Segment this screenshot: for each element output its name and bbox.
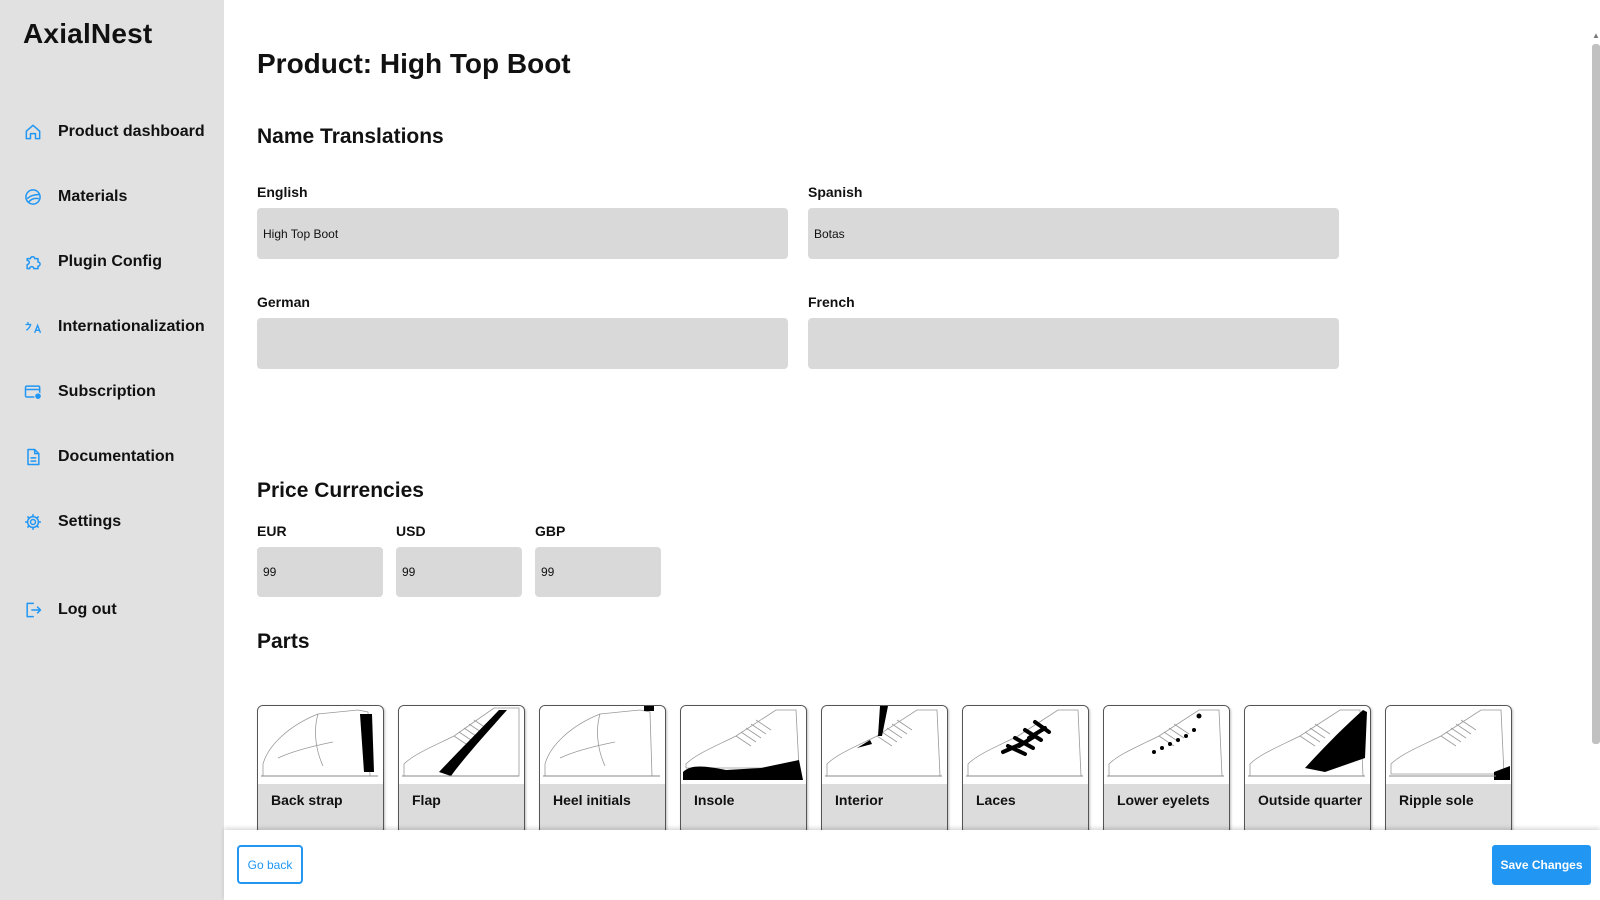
usd-label: USD — [396, 523, 426, 539]
french-label: French — [808, 294, 855, 310]
section-title-price-currencies: Price Currencies — [257, 479, 424, 502]
palette-icon — [22, 186, 44, 208]
save-changes-button[interactable]: Save Changes — [1492, 845, 1591, 885]
logout-icon — [22, 599, 44, 621]
gear-icon — [22, 511, 44, 533]
subscription-card-icon — [22, 381, 44, 403]
part-label: Ripple sole — [1399, 792, 1474, 808]
boot-heel-initials-image — [540, 706, 665, 784]
part-label: Interior — [835, 792, 884, 808]
german-label: German — [257, 294, 310, 310]
part-label: Lower eyelets — [1117, 792, 1210, 808]
sidebar-item-subscription[interactable]: Subscription — [22, 377, 156, 407]
part-label: Laces — [976, 792, 1016, 808]
brand-logo: AxialNest — [23, 18, 153, 49]
spanish-name-input[interactable] — [808, 208, 1339, 259]
puzzle-icon — [22, 251, 44, 273]
gbp-price-input[interactable] — [535, 547, 661, 597]
boot-insole-image — [681, 706, 806, 784]
part-card-heel-initials[interactable]: Heel initials — [539, 705, 666, 835]
sidebar-item-label: Subscription — [58, 383, 156, 400]
sidebar-item-log-out[interactable]: Log out — [22, 595, 117, 625]
part-card-flap[interactable]: Flap — [398, 705, 525, 835]
part-card-insole[interactable]: Insole — [680, 705, 807, 835]
sidebar-item-documentation[interactable]: Documentation — [22, 442, 174, 472]
home-icon — [22, 121, 44, 143]
english-name-input[interactable] — [257, 208, 788, 259]
sidebar-item-label: Plugin Config — [58, 253, 162, 270]
sidebar-item-label: Log out — [58, 601, 117, 618]
part-card-back-strap[interactable]: Back strap — [257, 705, 384, 835]
page-title: Product: High Top Boot — [257, 48, 571, 79]
scrollbar-thumb[interactable] — [1592, 44, 1600, 744]
boot-flap-image — [399, 706, 524, 784]
french-name-input[interactable] — [808, 318, 1339, 369]
part-label: Insole — [694, 792, 735, 808]
part-card-laces[interactable]: Laces — [962, 705, 1089, 835]
document-icon — [22, 446, 44, 468]
sidebar-item-plugin-config[interactable]: Plugin Config — [22, 247, 162, 277]
section-title-name-translations: Name Translations — [257, 125, 444, 148]
sidebar-item-settings[interactable]: Settings — [22, 507, 121, 537]
sidebar-item-materials[interactable]: Materials — [22, 182, 127, 212]
boot-lower-eyelets-image — [1104, 706, 1229, 784]
part-label: Back strap — [271, 792, 343, 808]
part-label: Outside quarter — [1258, 792, 1363, 808]
scroll-up-arrow-icon[interactable]: ▲ — [1592, 31, 1600, 41]
section-title-parts: Parts — [257, 630, 310, 653]
boot-back-strap-image — [258, 706, 383, 784]
boot-laces-image — [963, 706, 1088, 784]
part-label: Heel initials — [553, 792, 631, 808]
usd-price-input[interactable] — [396, 547, 522, 597]
spanish-label: Spanish — [808, 184, 863, 200]
part-card-lower-eyelets[interactable]: Lower eyelets — [1103, 705, 1230, 835]
eur-price-input[interactable] — [257, 547, 383, 597]
german-name-input[interactable] — [257, 318, 788, 369]
boot-outside-quarter-image — [1245, 706, 1370, 784]
part-card-ripple-sole[interactable]: Ripple sole — [1385, 705, 1512, 835]
sidebar-item-product-dashboard[interactable]: Product dashboard — [22, 117, 205, 147]
eur-label: EUR — [257, 523, 287, 539]
footer-bar: Go back Save Changes — [224, 830, 1600, 900]
sidebar: AxialNest Product dashboard Materials Pl… — [0, 0, 224, 900]
sidebar-item-label: Internationalization — [58, 318, 205, 335]
part-card-interior[interactable]: Interior — [821, 705, 948, 835]
sidebar-item-label: Materials — [58, 188, 128, 205]
sidebar-item-internationalization[interactable]: Internationalization — [22, 312, 205, 342]
part-card-outside-quarter[interactable]: Outside quarter — [1244, 705, 1371, 835]
boot-interior-image — [822, 706, 947, 784]
sidebar-item-label: Product dashboard — [58, 123, 205, 140]
gbp-label: GBP — [535, 523, 566, 539]
main-content: Product: High Top Boot Name Translations… — [224, 0, 1600, 900]
go-back-button[interactable]: Go back — [237, 845, 303, 884]
translate-icon — [22, 316, 44, 338]
sidebar-item-label: Settings — [58, 513, 122, 530]
sidebar-item-label: Documentation — [58, 448, 175, 465]
boot-ripple-sole-image — [1386, 706, 1511, 784]
english-label: English — [257, 184, 308, 200]
part-label: Flap — [412, 792, 441, 808]
